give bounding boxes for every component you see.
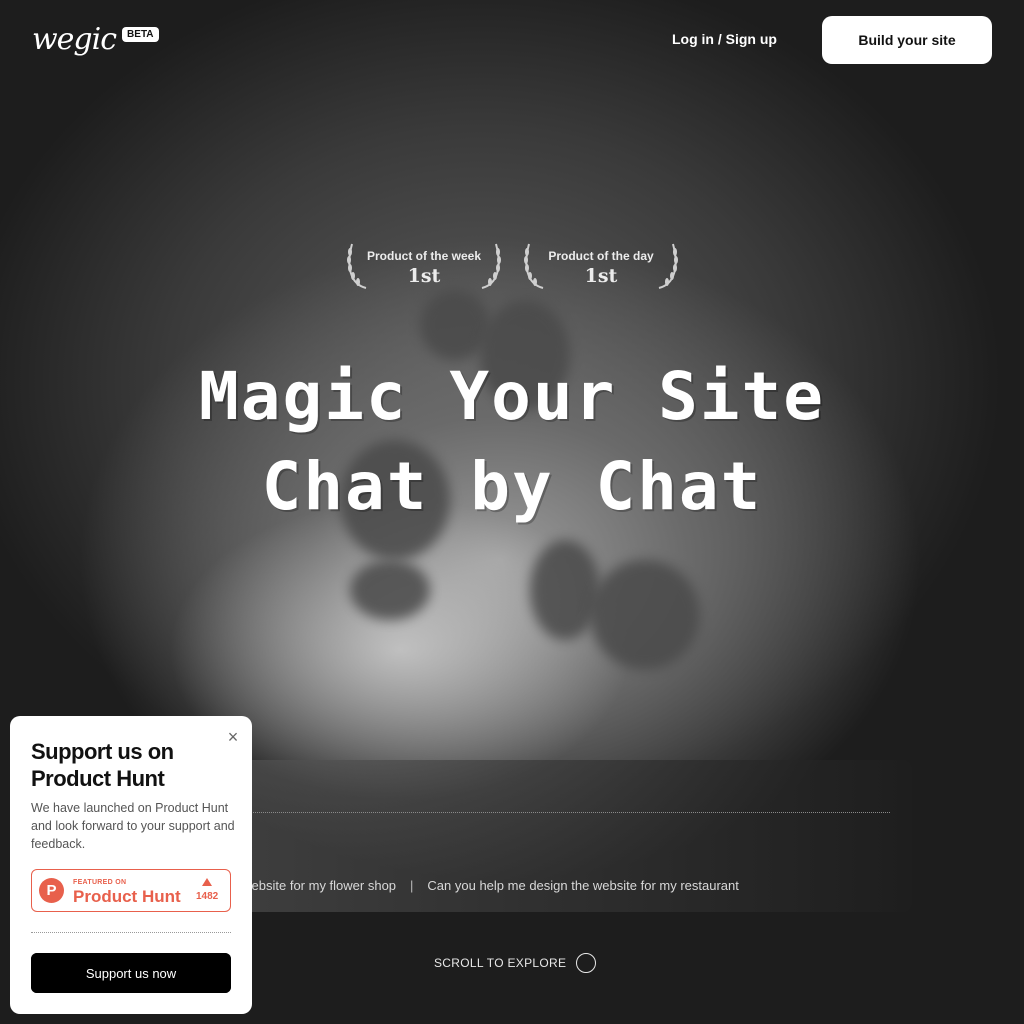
- hero-figure-shape: [350, 560, 430, 620]
- award-badge-week: Product of the week 1st: [344, 240, 504, 290]
- suggestion-flower-shop[interactable]: I want a website for my flower shop: [230, 878, 396, 893]
- prompt-suggestions: I want a website for my flower shop | Ca…: [230, 878, 739, 893]
- laurel-left-icon: [524, 243, 544, 289]
- scroll-label: SCROLL TO EXPLORE: [434, 956, 567, 970]
- logo-wordmark: wegic: [32, 22, 117, 57]
- ph-name: Product Hunt: [73, 887, 181, 906]
- scroll-circle-icon: [576, 953, 597, 973]
- laurel-right-icon: [658, 243, 678, 289]
- beta-badge: BETA: [122, 27, 159, 42]
- upvote-arrow-icon: [202, 878, 212, 886]
- wegic-logo[interactable]: wegic BETA: [32, 22, 159, 57]
- product-hunt-support-card: × Support us on Product Hunt We have lau…: [10, 716, 252, 1014]
- chat-divider: [250, 812, 890, 813]
- ph-featured-label: FEATURED ON: [73, 879, 127, 886]
- build-your-site-button[interactable]: Build your site: [822, 16, 992, 64]
- close-icon[interactable]: ×: [224, 728, 242, 746]
- upvote-count: 1482: [196, 891, 219, 902]
- suggestion-restaurant[interactable]: Can you help me design the website for m…: [427, 878, 738, 893]
- award-badge-day: Product of the day 1st: [521, 240, 681, 290]
- scroll-to-explore[interactable]: SCROLL TO EXPLORE: [434, 953, 597, 973]
- hero-figure-shape: [530, 540, 600, 640]
- card-divider: [31, 932, 231, 933]
- hero-figure-shape: [590, 560, 700, 670]
- support-card-description: We have launched on Product Hunt and loo…: [31, 801, 235, 851]
- login-signup-link[interactable]: Log in / Sign up: [672, 31, 777, 47]
- product-hunt-badge[interactable]: P FEATURED ON Product Hunt 1482: [31, 869, 231, 912]
- chat-input-panel[interactable]: I want a website for my flower shop | Ca…: [230, 760, 912, 912]
- laurel-right-icon: [481, 243, 501, 289]
- laurel-left-icon: [347, 243, 367, 289]
- hero-title: Magic Your Site Chat by Chat: [0, 352, 1024, 532]
- hero-title-line-1: Magic Your Site: [198, 358, 826, 435]
- hero-title-line-2: Chat by Chat: [261, 448, 763, 525]
- suggestion-separator: |: [410, 878, 414, 893]
- support-card-title: Support us on Product Hunt: [31, 739, 174, 791]
- support-us-now-button[interactable]: Support us now: [31, 953, 231, 993]
- product-hunt-logo-icon: P: [39, 878, 64, 903]
